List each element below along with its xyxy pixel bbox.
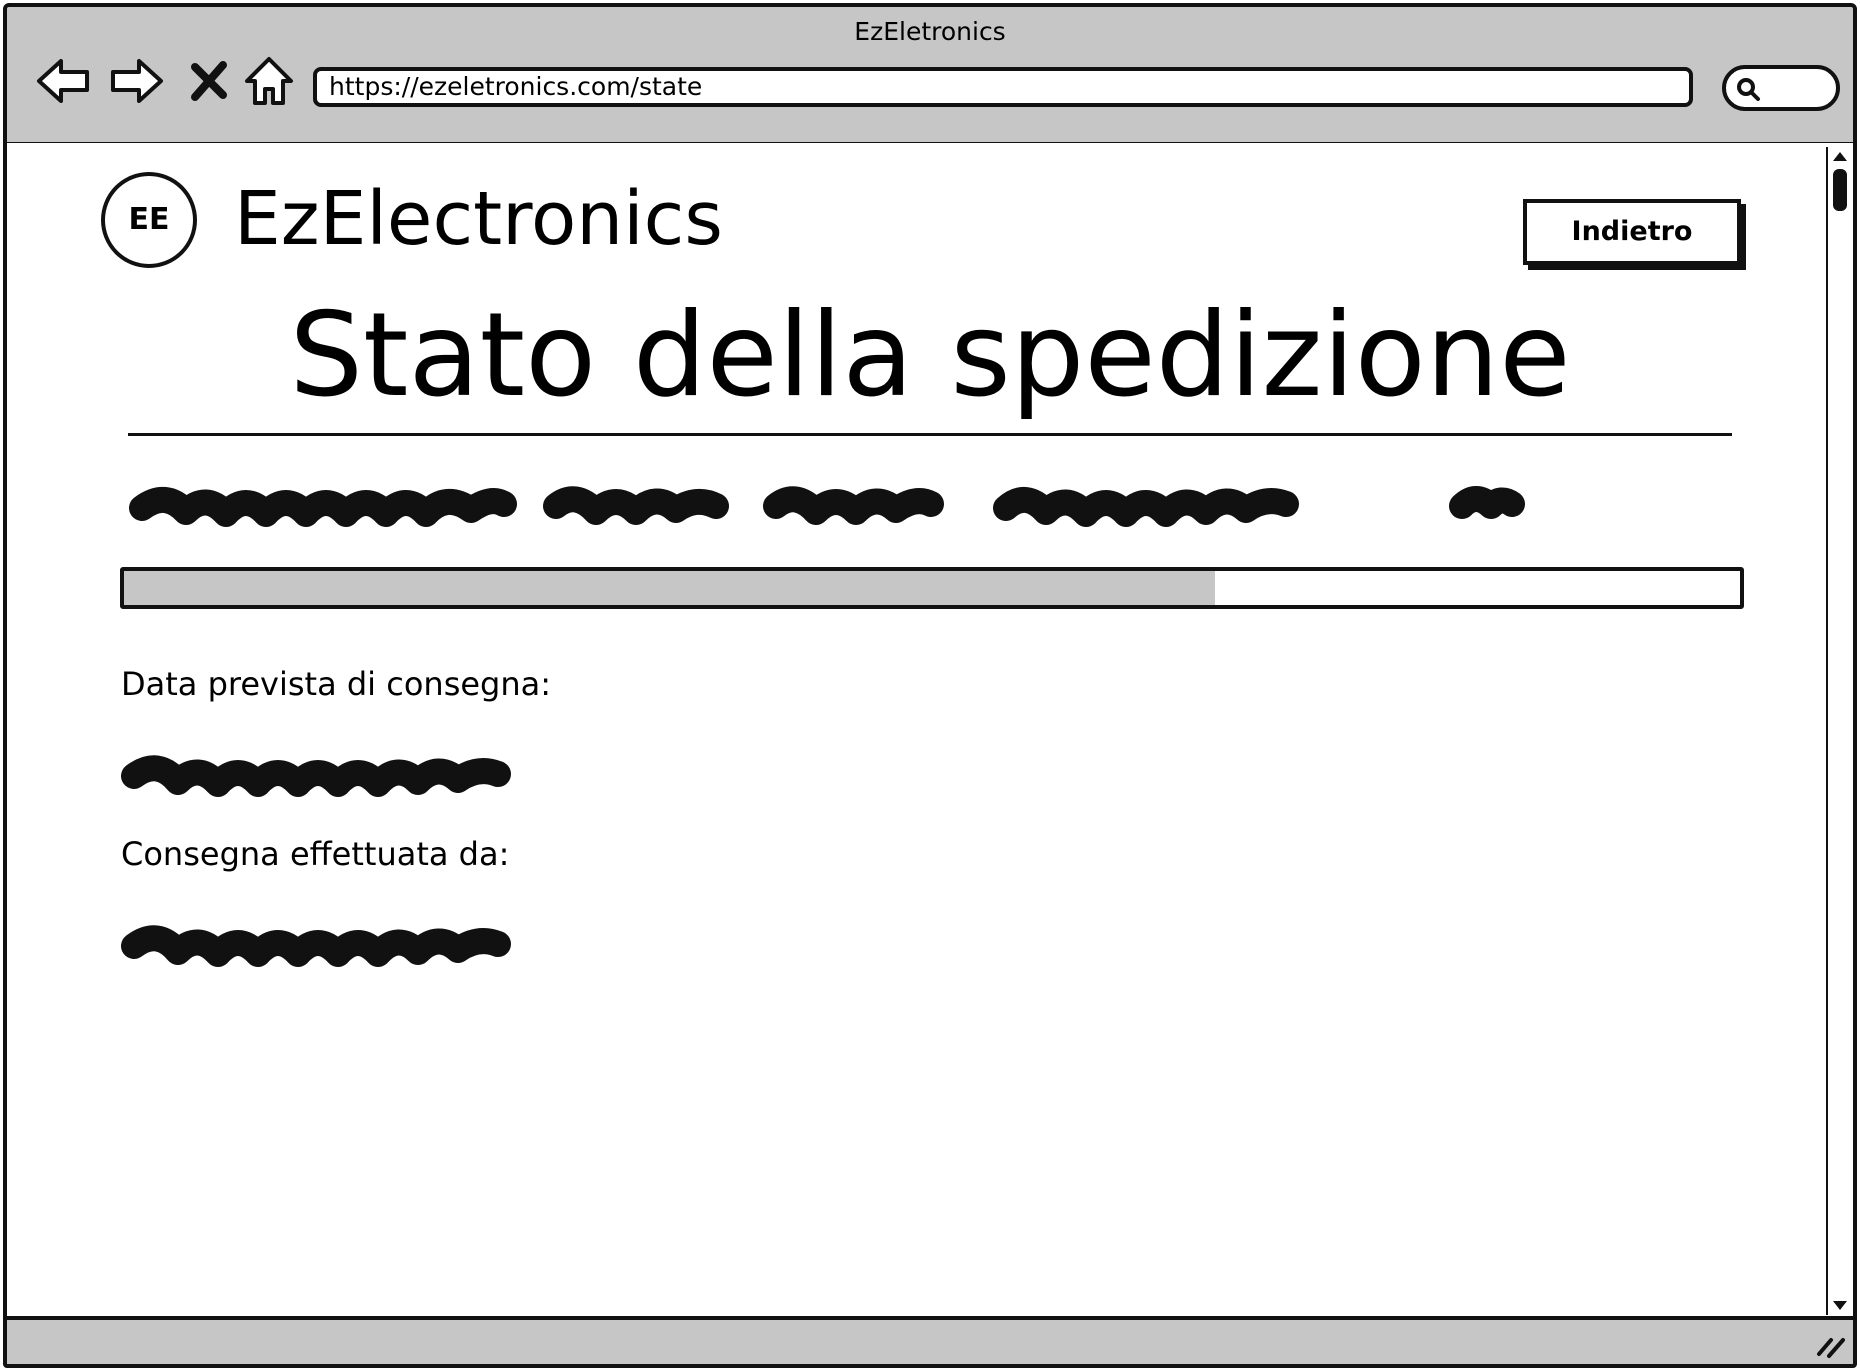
browser-search-field[interactable] bbox=[1722, 65, 1840, 111]
delivered-by-label: Consegna effettuata da: bbox=[121, 835, 510, 873]
redacted-delivered-by-value bbox=[121, 925, 511, 967]
scroll-thumb[interactable] bbox=[1833, 169, 1847, 211]
shipment-progress-bar bbox=[120, 567, 1744, 609]
redacted-expected-delivery-value bbox=[121, 755, 511, 797]
progress-fill bbox=[124, 571, 1215, 605]
resize-grip-icon[interactable] bbox=[1813, 1326, 1847, 1360]
scroll-up-arrow-icon[interactable] bbox=[1830, 147, 1850, 167]
redacted-status-text bbox=[129, 486, 1525, 527]
back-button[interactable]: Indietro bbox=[1523, 199, 1741, 265]
back-arrow-icon[interactable] bbox=[33, 51, 93, 111]
brand-name: EzElectronics bbox=[234, 176, 723, 262]
browser-toolbar: EzEletronics https://ezeletronics.com/st… bbox=[3, 3, 1857, 146]
close-icon[interactable] bbox=[179, 51, 239, 111]
search-icon bbox=[1737, 78, 1760, 101]
scroll-down-arrow-icon[interactable] bbox=[1830, 1295, 1850, 1315]
home-icon[interactable] bbox=[239, 51, 299, 111]
title-divider bbox=[128, 433, 1732, 436]
logo: EE bbox=[101, 172, 197, 268]
browser-window: EzEletronics https://ezeletronics.com/st… bbox=[0, 0, 1860, 1372]
expected-delivery-label: Data prevista di consegna: bbox=[121, 665, 552, 703]
status-bar bbox=[3, 1316, 1857, 1368]
forward-arrow-icon[interactable] bbox=[107, 51, 167, 111]
address-bar[interactable]: https://ezeletronics.com/state bbox=[313, 67, 1693, 107]
page-title: Stato della spedizione bbox=[289, 288, 1571, 423]
window-title: EzEletronics bbox=[854, 17, 1006, 46]
